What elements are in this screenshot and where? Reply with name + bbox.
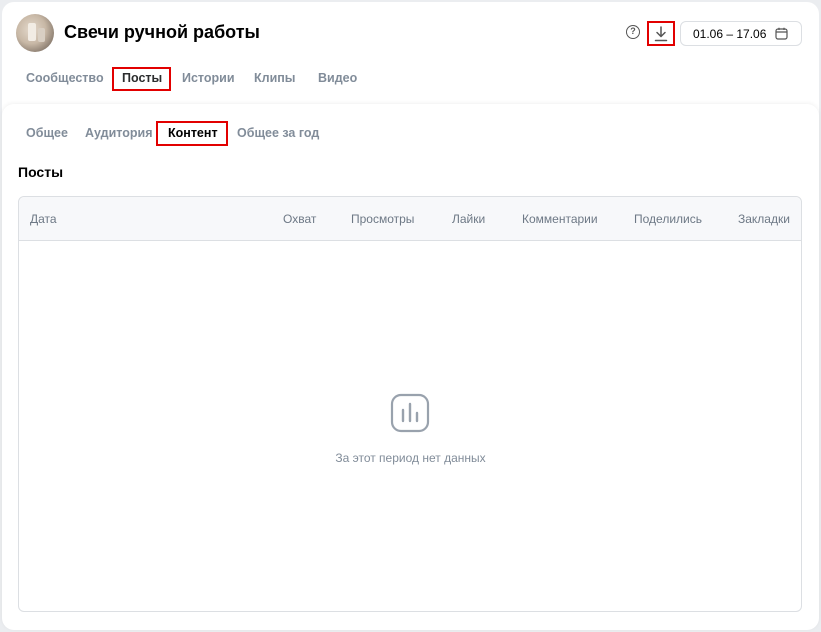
column-views[interactable]: Просмотры [351,212,414,226]
tab-clips[interactable]: Клипы [254,71,295,85]
tab-video[interactable]: Видео [318,71,357,85]
column-reach[interactable]: Охват [283,212,316,226]
download-icon [654,26,668,42]
tab-community[interactable]: Сообщество [26,71,104,85]
table-header: Дата Охват Просмотры Лайки Комментарии П… [19,197,801,241]
subtab-content-highlight [156,121,228,146]
download-button[interactable] [647,21,675,46]
column-shares[interactable]: Поделились [634,212,702,226]
column-bookmarks[interactable]: Закладки [738,212,790,226]
bar-chart-icon [390,393,430,433]
column-comments[interactable]: Комментарии [522,212,598,226]
page-title: Свечи ручной работы [64,22,260,42]
help-icon[interactable]: ? [626,25,640,39]
avatar[interactable] [16,14,54,52]
calendar-icon [775,27,788,40]
avatar-candle-shape [38,28,45,42]
subtab-general[interactable]: Общее [26,126,68,140]
avatar-candle-shape [28,23,36,41]
tab-posts-highlight [112,67,171,91]
subtab-yearly[interactable]: Общее за год [237,126,319,140]
column-likes[interactable]: Лайки [452,212,485,226]
empty-state-text: За этот период нет данных [335,451,486,465]
column-date[interactable]: Дата [30,212,57,226]
date-range-text: 01.06 – 17.06 [693,27,767,41]
subtab-audience[interactable]: Аудитория [85,126,153,140]
section-title: Посты [18,164,64,180]
date-range-picker[interactable]: 01.06 – 17.06 [680,21,802,46]
tab-stories[interactable]: Истории [182,71,235,85]
